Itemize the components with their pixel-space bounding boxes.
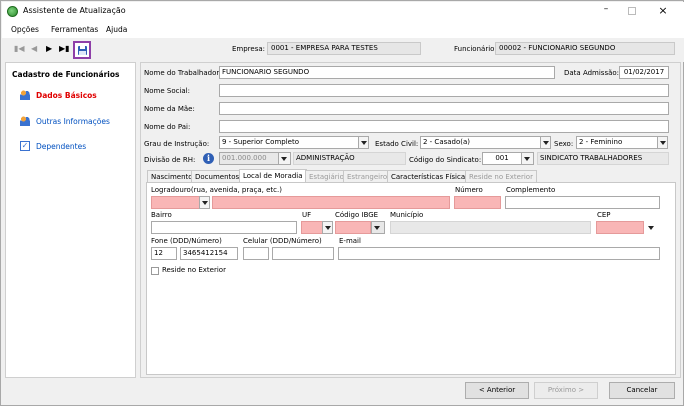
bairro-label: Bairro	[151, 211, 172, 219]
fone-numero-field[interactable]: 3465412154	[180, 247, 238, 260]
sidebar-title: Cadastro de Funcionários	[12, 70, 120, 79]
menu-bar: Opções Ferramentas Ajuda	[2, 22, 684, 38]
cep-field[interactable]	[596, 221, 644, 234]
chevron-down-icon[interactable]	[322, 221, 333, 234]
numero-label: Número	[455, 186, 483, 194]
nome-mae-field[interactable]	[219, 102, 669, 115]
title-bar: Assistente de Atualização – ×	[2, 2, 684, 22]
celular-label: Celular (DDD/Número)	[243, 237, 322, 245]
estado-civil-select[interactable]: 2 - Casado(a)	[420, 136, 541, 149]
reside-exterior-checkbox[interactable]	[151, 267, 159, 275]
chevron-down-icon[interactable]	[540, 136, 551, 149]
numero-field[interactable]	[454, 196, 501, 209]
window-title: Assistente de Atualização	[23, 6, 126, 15]
codigo-ibge-label: Código IBGE	[335, 211, 379, 219]
empresa-label: Empresa:	[232, 45, 266, 53]
estado-civil-label: Estado Civil:	[375, 140, 419, 148]
nome-trabalhador-field[interactable]: FUNCIONARIO SEGUNDO	[219, 66, 555, 79]
data-admissao-label: Data Admissão:	[564, 69, 620, 77]
previous-button[interactable]: < Anterior	[465, 382, 529, 399]
people-icon	[20, 116, 30, 126]
next-record-icon[interactable]: ▶	[46, 45, 54, 53]
menu-opcoes[interactable]: Opções	[11, 25, 39, 34]
nome-social-field[interactable]	[219, 84, 669, 97]
divisao-rh-label: Divisão de RH:	[144, 156, 196, 164]
close-icon[interactable]: ×	[656, 4, 670, 18]
nome-pai-label: Nome do Pai:	[144, 123, 191, 131]
sexo-select[interactable]: 2 - Feminino	[576, 136, 658, 149]
uf-select[interactable]	[301, 221, 323, 234]
chevron-down-icon[interactable]	[199, 196, 210, 209]
info-icon[interactable]: i	[203, 153, 214, 164]
codigo-sindicato-label: Código do Sindicato:	[409, 156, 482, 164]
people-icon	[20, 90, 30, 100]
sindicato-desc: SINDICATO TRABALHADORES	[537, 152, 669, 165]
sexo-label: Sexo:	[554, 140, 574, 148]
celular-numero-field[interactable]	[272, 247, 334, 260]
app-icon	[7, 6, 18, 17]
bairro-field[interactable]	[151, 221, 297, 234]
sidebar-item-dados-basicos[interactable]: Dados Básicos	[20, 90, 97, 100]
divisao-rh-code[interactable]: 001.000.000	[219, 152, 279, 165]
sidebar-item-dependentes[interactable]: ✓ Dependentes	[20, 141, 86, 151]
municipio-label: Município	[390, 211, 424, 219]
toolbar: ▮◀ ◀ ▶ ▶▮ Empresa: 0001 - EMPRESA PARA T…	[2, 38, 684, 62]
codigo-sindicato-select[interactable]: 001	[482, 152, 522, 165]
previous-record-icon[interactable]: ◀	[31, 45, 39, 53]
sidebar-item-label: Dependentes	[36, 141, 87, 151]
chevron-down-icon[interactable]	[645, 221, 659, 234]
email-field[interactable]	[338, 247, 660, 260]
nome-trabalhador-label: Nome do Trabalhador:	[144, 69, 222, 77]
checkbox-icon: ✓	[20, 141, 30, 151]
sidebar-item-label: Dados Básicos	[36, 90, 97, 100]
empresa-value: 0001 - EMPRESA PARA TESTES	[267, 42, 421, 55]
nome-social-label: Nome Social:	[144, 87, 190, 95]
celular-ddd-field[interactable]	[243, 247, 269, 260]
complemento-field[interactable]	[505, 196, 660, 209]
sidebar-item-outras-informacoes[interactable]: Outras Informações	[20, 116, 110, 126]
chevron-down-icon[interactable]	[358, 136, 369, 149]
fone-ddd-field[interactable]: 12	[151, 247, 177, 260]
cancel-button[interactable]: Cancelar	[609, 382, 675, 399]
chevron-down-icon[interactable]	[657, 136, 668, 149]
sidebar: Cadastro de Funcionários Dados Básicos O…	[5, 62, 136, 378]
tab-local-de-moradia[interactable]: Local de Moradia	[239, 169, 307, 183]
funcionario-value: 00002 - FUNCIONARIO SEGUNDO	[495, 42, 675, 55]
menu-ferramentas[interactable]: Ferramentas	[51, 25, 98, 34]
chevron-down-icon[interactable]	[278, 152, 291, 165]
minimize-icon[interactable]: –	[599, 4, 613, 18]
grau-instrucao-select[interactable]: 9 - Superior Completo	[219, 136, 359, 149]
codigo-ibge-field[interactable]	[335, 221, 371, 234]
chevron-down-icon[interactable]	[521, 152, 534, 165]
divisao-rh-desc: ADMINISTRAÇÃO	[293, 152, 406, 165]
municipio-field	[390, 221, 591, 234]
logradouro-label: Logradouro(rua, avenida, praça, etc.)	[151, 186, 282, 194]
grau-instrucao-label: Grau de Instrução:	[144, 140, 210, 148]
logradouro-field[interactable]	[212, 196, 450, 209]
reside-exterior-label: Reside no Exterior	[162, 266, 226, 274]
chevron-down-icon[interactable]	[371, 221, 385, 234]
logradouro-tipo-select[interactable]	[151, 196, 201, 209]
email-label: E-mail	[339, 237, 361, 245]
nome-pai-field[interactable]	[219, 120, 669, 133]
uf-label: UF	[302, 211, 312, 219]
save-icon	[78, 46, 87, 55]
data-admissao-field[interactable]: 01/02/2017	[619, 66, 669, 79]
application-window: Assistente de Atualização – × Opções Fer…	[0, 0, 684, 406]
next-button: Próximo >	[534, 382, 598, 399]
nome-mae-label: Nome da Mãe:	[144, 105, 195, 113]
maximize-icon[interactable]	[628, 7, 636, 15]
menu-ajuda[interactable]: Ajuda	[106, 25, 127, 34]
first-record-icon[interactable]: ▮◀	[14, 45, 25, 53]
cep-label: CEP	[597, 211, 611, 219]
fone-label: Fone (DDD/Número)	[151, 237, 222, 245]
last-record-icon[interactable]: ▶▮	[59, 45, 70, 53]
complemento-label: Complemento	[506, 186, 556, 194]
sidebar-item-label: Outras Informações	[36, 116, 110, 126]
funcionario-label: Funcionário:	[454, 45, 497, 53]
save-button[interactable]	[73, 41, 91, 59]
